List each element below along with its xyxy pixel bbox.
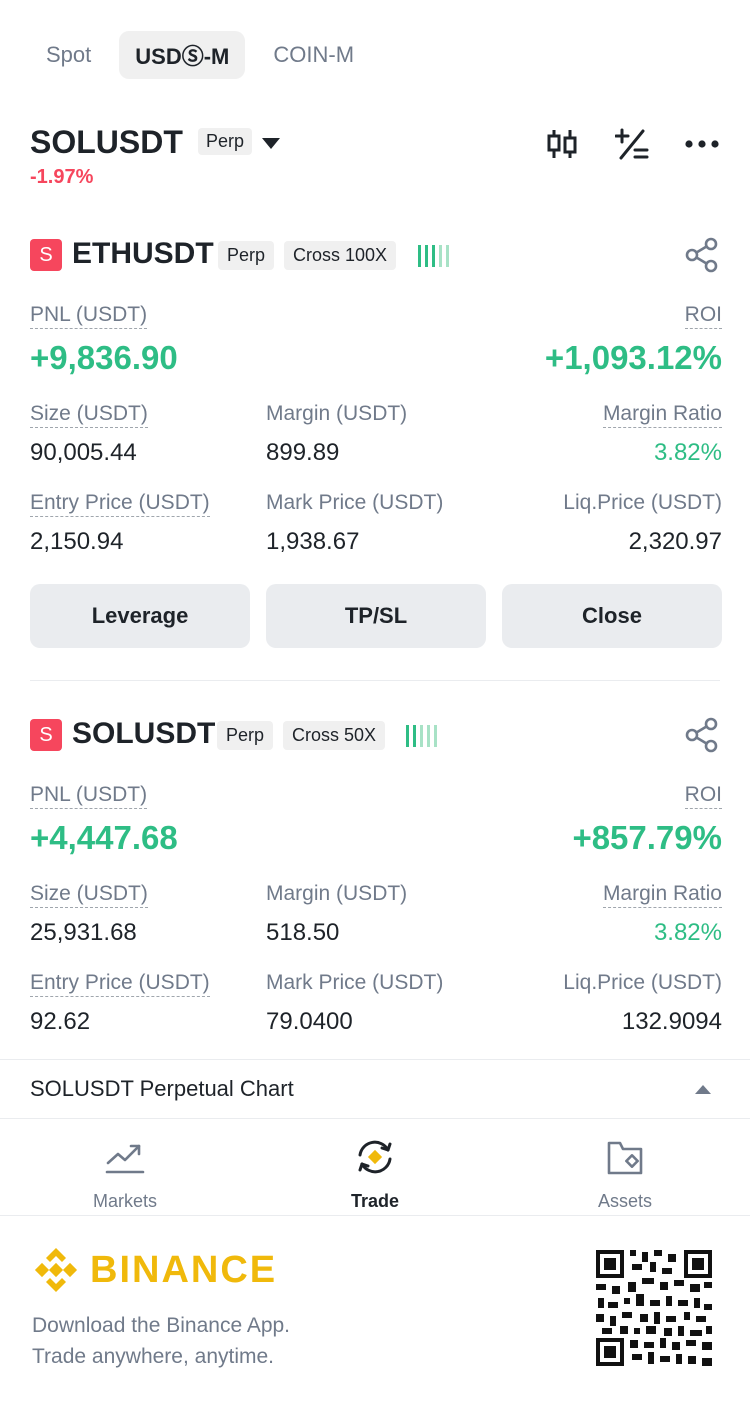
adl-indicator-icon [418,243,449,267]
mark-price-label: Mark Price (USDT) [266,971,444,994]
share-icon[interactable] [684,717,720,753]
leverage-button[interactable]: Leverage [30,584,250,648]
size-label[interactable]: Size (USDT) [30,882,148,908]
price-change: -1.97% [30,166,94,188]
size-value: 25,931.68 [30,919,137,946]
margin-label: Margin (USDT) [266,882,408,905]
perp-tag: Perp [217,721,274,750]
entry-price-value: 92.62 [30,1008,91,1035]
margin-value: 518.50 [266,919,340,946]
nav-label: Trade [350,1191,400,1211]
tab-spot[interactable]: Spot [30,31,107,79]
roi-value: +857.79% [572,819,722,856]
cross-leverage-tag[interactable]: Cross 50X [283,721,386,750]
position-header: S ETHUSDT Perp Cross 100X [30,235,722,275]
position-actions: Leverage TP/SL Close [30,584,722,648]
candlestick-icon[interactable] [542,124,582,164]
market-type-tabs: Spot USDⓈ-M COIN-M [30,31,370,79]
app-promo-footer: BINANCE Download the Binance App. Trade … [0,1216,750,1406]
nav-label: Markets [92,1191,157,1211]
position-card-solusdt: S SOLUSDT Perp Cross 50X PNL (USDT) ROI … [30,715,722,1045]
entry-price-label[interactable]: Entry Price (USDT) [30,971,210,997]
header-actions [542,124,722,164]
size-label[interactable]: Size (USDT) [30,402,148,428]
liq-price-value: 2,320.97 [628,528,722,555]
pnl-value: +9,836.90 [30,339,178,376]
liq-price-label: Liq.Price (USDT) [563,971,722,994]
share-icon[interactable] [684,237,720,273]
close-button[interactable]: Close [502,584,722,648]
liq-price-label: Liq.Price (USDT) [563,491,722,514]
symbol-title[interactable]: SOLUSDT [30,124,183,161]
mark-price-label: Mark Price (USDT) [266,491,444,514]
margin-label: Margin (USDT) [266,402,408,425]
position-header: S SOLUSDT Perp Cross 50X [30,715,722,755]
tagline-line-1: Download the Binance App. [32,1314,291,1337]
entry-price-value: 2,150.94 [30,528,124,555]
mark-price-value: 79.0400 [266,1008,353,1035]
position-symbol[interactable]: ETHUSDT [72,237,214,271]
adl-indicator-icon [406,723,437,747]
bottom-nav: Markets Trade Assets [0,1119,750,1215]
margin-ratio-value: 3.82% [653,919,722,946]
mark-price-value: 1,938.67 [266,528,360,555]
perp-tag: Perp [198,128,253,155]
binance-diamond-icon [34,1248,78,1292]
symbol-header: SOLUSDT Perp -1.97% [30,124,722,194]
qr-code-icon[interactable] [594,1248,714,1368]
pnl-label[interactable]: PNL (USDT) [30,783,148,809]
trade-icon [358,1140,392,1174]
pnl-value: +4,447.68 [30,819,178,856]
tp-sl-button[interactable]: TP/SL [266,584,486,648]
roi-value: +1,093.12% [544,339,722,376]
nav-label: Assets [597,1191,653,1211]
markets-chart-icon [105,1144,145,1174]
more-icon[interactable] [682,124,722,164]
binance-logo: BINANCE [32,1246,277,1294]
card-divider [30,680,720,681]
nav-trade[interactable]: Trade [250,1119,500,1215]
short-badge: S [30,719,62,751]
plus-minus-icon[interactable] [612,124,652,164]
tab-usds-m[interactable]: USDⓈ-M [119,31,246,79]
roi-label[interactable]: ROI [684,783,722,809]
position-card-ethusdt: S ETHUSDT Perp Cross 100X PNL (USDT) ROI… [30,235,722,655]
position-symbol[interactable]: SOLUSDT [72,717,215,751]
margin-value: 899.89 [266,439,340,466]
short-badge: S [30,239,62,271]
roi-label[interactable]: ROI [684,303,722,329]
chart-toggle-bar[interactable]: SOLUSDT Perpetual Chart [0,1060,750,1118]
nav-assets[interactable]: Assets [500,1119,750,1215]
chevron-down-icon[interactable] [262,138,280,149]
margin-ratio-value: 3.82% [653,439,722,466]
tagline-line-2: Trade anywhere, anytime. [32,1345,275,1368]
chevron-up-icon[interactable] [695,1085,711,1094]
tab-coin-m[interactable]: COIN-M [257,31,370,79]
liq-price-value: 132.9094 [621,1008,722,1035]
nav-markets[interactable]: Markets [0,1119,250,1215]
wallet-icon [607,1141,643,1175]
pnl-label[interactable]: PNL (USDT) [30,303,148,329]
chart-bar-title: SOLUSDT Perpetual Chart [30,1076,294,1101]
margin-ratio-label[interactable]: Margin Ratio [602,882,722,908]
margin-ratio-label[interactable]: Margin Ratio [602,402,722,428]
cross-leverage-tag[interactable]: Cross 100X [284,241,397,270]
perp-tag: Perp [218,241,275,270]
size-value: 90,005.44 [30,439,137,466]
brand-name: BINANCE [90,1248,278,1291]
entry-price-label[interactable]: Entry Price (USDT) [30,491,210,517]
